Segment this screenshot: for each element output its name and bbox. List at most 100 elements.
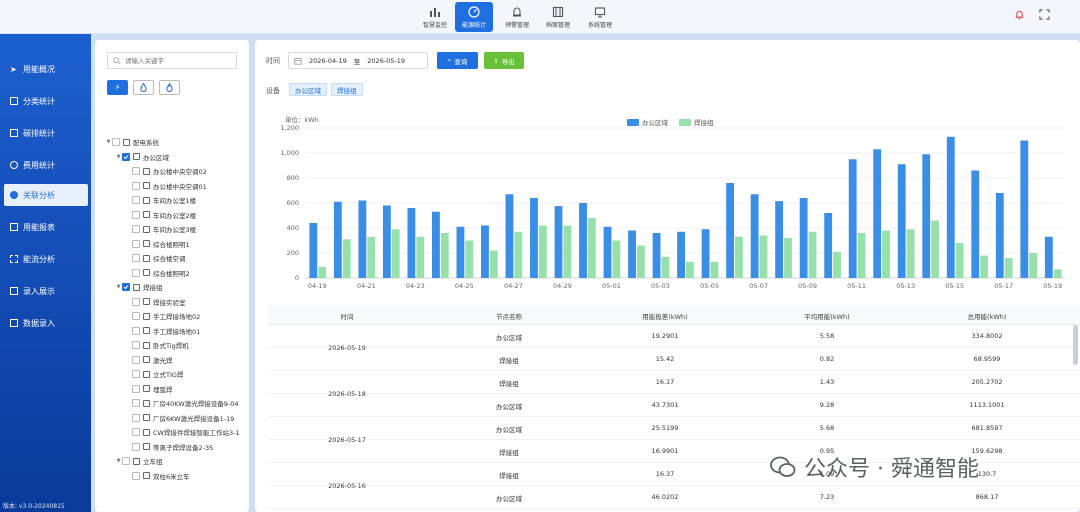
nav-smart-monitoring[interactable]: 智慧监控	[416, 2, 454, 32]
tree-node[interactable]: ▼ 配电系统	[105, 135, 247, 150]
legend-swatch[interactable]	[679, 119, 691, 126]
table-scrollbar[interactable]	[1073, 325, 1078, 365]
expand-arrow-icon[interactable]: ▼	[115, 154, 122, 160]
gas-type-button[interactable]	[159, 80, 180, 95]
bar-office	[750, 194, 759, 278]
end-date[interactable]: 2026-05-19	[367, 57, 405, 65]
tree-node[interactable]: 综合楼空调	[105, 251, 247, 266]
expand-arrow-icon[interactable]: ▼	[105, 139, 112, 145]
node-icon	[143, 182, 150, 190]
node-icon	[143, 327, 150, 335]
export-button[interactable]: ⇪ 导出	[484, 52, 524, 69]
sidebar-item-cost-stats[interactable]: 费用统计	[4, 154, 88, 176]
tree-checkbox[interactable]	[132, 268, 140, 277]
tree-checkbox[interactable]	[132, 181, 140, 190]
tree-node[interactable]: 手工焊接场地02	[105, 309, 247, 324]
table-row[interactable]: 办公区域 43.7301 9.28 1113.1001	[267, 394, 1080, 417]
sidebar-item-energy-report[interactable]: 用能报表	[4, 216, 88, 238]
device-tag-welding[interactable]: 焊接组	[331, 83, 363, 96]
tree-checkbox[interactable]	[132, 413, 140, 422]
tree-node[interactable]: CW焊接件焊接智能工作站3-1	[105, 425, 247, 440]
sidebar-item-category-stats[interactable]: 分类统计	[4, 90, 88, 112]
tree-checkbox[interactable]	[132, 341, 140, 350]
tree-checkbox[interactable]	[132, 312, 140, 321]
device-tag-office[interactable]: 办公区域	[289, 83, 327, 96]
bar-welding	[857, 233, 866, 278]
tree-node[interactable]: 综合楼照明1	[105, 237, 247, 252]
tree-node[interactable]: 厂房40KW激光焊接设备9-04	[105, 396, 247, 411]
date-range-picker[interactable]: 2026-04-19 至 2026-05-19	[288, 52, 428, 69]
tree-checkbox[interactable]	[132, 225, 140, 234]
nav-system-management[interactable]: 系统管理	[581, 2, 619, 32]
tree-node[interactable]: 立式TIG焊	[105, 367, 247, 382]
sidebar-item-flow-analysis[interactable]: 能流分析	[4, 248, 88, 270]
water-type-button[interactable]	[133, 80, 154, 95]
tree-checkbox[interactable]	[122, 457, 130, 466]
table-row[interactable]: 焊接组 15.42 0.82 68.9599	[267, 348, 1080, 371]
tree-checkbox[interactable]	[122, 283, 130, 292]
tree-checkbox[interactable]	[132, 384, 140, 393]
tree-checkbox[interactable]	[132, 254, 140, 263]
tree-checkbox[interactable]	[132, 399, 140, 408]
tree-node[interactable]: 办公楼中央空调01	[105, 179, 247, 194]
tree-node[interactable]: 车间办公室3楼	[105, 222, 247, 237]
tree-node-label: 综合楼空调	[153, 255, 186, 264]
table-cell-time: 2026-05-19	[328, 344, 366, 352]
sidebar-item-entry-display[interactable]: 录入展示	[4, 280, 88, 302]
sidebar-item-carbon-stats[interactable]: 碳排统计	[4, 122, 88, 144]
fullscreen-icon[interactable]	[1039, 9, 1050, 20]
tree-checkbox[interactable]	[132, 370, 140, 379]
notification-bell-icon[interactable]	[1014, 9, 1025, 20]
tree-node[interactable]: 车间办公室2楼	[105, 208, 247, 223]
tree-checkbox[interactable]	[132, 355, 140, 364]
search-input[interactable]	[125, 56, 235, 65]
tree-node[interactable]: 车间办公室1楼	[105, 193, 247, 208]
flame-icon	[166, 83, 173, 92]
tree-checkbox[interactable]	[132, 428, 140, 437]
expand-arrow-icon[interactable]: ▼	[115, 284, 122, 290]
sidebar-item-energy-overview[interactable]: ➤ 用能概况	[4, 58, 88, 80]
start-date[interactable]: 2026-04-19	[309, 57, 347, 65]
legend-swatch[interactable]	[627, 119, 639, 126]
bar-office	[824, 213, 833, 278]
tree-node[interactable]: 办公楼中央空调02	[105, 164, 247, 179]
tree-node[interactable]: ▼ 立车组	[105, 454, 247, 469]
table-row[interactable]: 焊接组 16.17 1.43 205.2702	[267, 371, 1080, 394]
tree-node[interactable]: ▼ 焊接组	[105, 280, 247, 295]
tree-node[interactable]: 激光焊	[105, 353, 247, 368]
table-cell-node: 办公区域	[496, 334, 522, 342]
tree-node[interactable]: 手工焊接场地01	[105, 324, 247, 339]
tree-node[interactable]: 双柱6米立车	[105, 469, 247, 484]
nav-archive-management[interactable]: 档案管理	[539, 2, 577, 32]
tree-node[interactable]: 埋弧焊	[105, 382, 247, 397]
tree-node[interactable]: 卧式Tig焊机	[105, 338, 247, 353]
flow-icon	[10, 255, 18, 263]
tree-node[interactable]: 等离子焊焊设备2-35	[105, 440, 247, 455]
tree-checkbox[interactable]	[132, 326, 140, 335]
tree-checkbox[interactable]	[132, 167, 140, 176]
tree-node[interactable]: 综合楼照明2	[105, 266, 247, 281]
query-button[interactable]: ⌕ 查询	[437, 52, 478, 69]
legend-label[interactable]: 焊接组	[694, 118, 714, 127]
nav-energy-statistics[interactable]: 能源统计	[455, 2, 493, 32]
sidebar-item-data-entry[interactable]: 数据录入	[4, 312, 88, 334]
tree-checkbox[interactable]	[132, 196, 140, 205]
nav-alarm-management[interactable]: 预警管理	[498, 2, 536, 32]
tree-checkbox[interactable]	[112, 138, 120, 147]
expand-arrow-icon[interactable]: ▼	[115, 458, 122, 464]
tree-checkbox[interactable]	[132, 239, 140, 248]
table-row[interactable]: 办公区域 46.0202 7.23 868.17	[267, 486, 1080, 509]
tree-checkbox[interactable]	[132, 471, 140, 480]
tree-checkbox[interactable]	[132, 442, 140, 451]
electricity-type-button[interactable]: ⚡	[107, 80, 128, 95]
sidebar-item-correlation-analysis[interactable]: 关联分析	[4, 184, 88, 206]
legend-label[interactable]: 办公区域	[642, 118, 669, 127]
tree-node[interactable]: 厂房6KW激光焊接设备1-19	[105, 411, 247, 426]
table-row[interactable]: 办公区域 25.5199 5.68 681.8597	[267, 417, 1080, 440]
tree-node[interactable]: 焊接实验室	[105, 295, 247, 310]
tree-checkbox[interactable]	[132, 297, 140, 306]
tree-node[interactable]: ▼ 办公区域	[105, 150, 247, 165]
tree-checkbox[interactable]	[122, 152, 130, 161]
table-row[interactable]: 办公区域 19.2901 5.58 334.8002	[267, 325, 1080, 348]
tree-checkbox[interactable]	[132, 210, 140, 219]
